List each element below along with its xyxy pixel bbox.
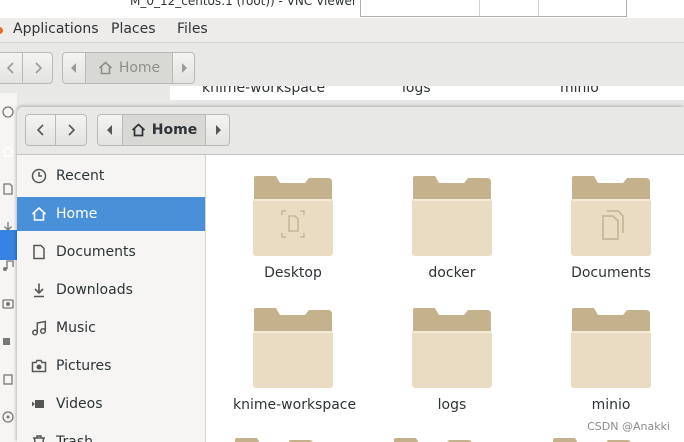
files-header-bar: Home (17, 107, 684, 155)
home-icon (98, 61, 112, 75)
file-item-docker[interactable]: docker (392, 175, 512, 281)
file-item-documents[interactable]: Documents (551, 175, 671, 281)
home-icon (31, 206, 47, 222)
files-menu[interactable]: Files (177, 21, 208, 37)
sidebar-item-label: Documents (56, 244, 136, 260)
file-name: docker (428, 265, 476, 281)
bg-back-button[interactable] (0, 52, 23, 84)
home-icon (131, 123, 145, 137)
watermark: CSDN @Anakki (587, 420, 670, 433)
vnc-title-text: M_0_12_centos:1 (root)) - VNC Viewer (130, 0, 357, 8)
sidebar-item-pictures[interactable]: Pictures (17, 349, 205, 383)
applications-icon (0, 27, 3, 34)
sidebar-item-music[interactable]: Music (17, 311, 205, 345)
path-right-arrow[interactable] (206, 115, 229, 145)
bg-label-logs: logs (402, 86, 431, 96)
path-left-arrow[interactable] (98, 115, 122, 145)
vnc-title-bar: M_0_12_centos:1 (root)) - VNC Viewer (0, 0, 684, 18)
document-icon (3, 183, 13, 195)
camera-icon (31, 358, 47, 374)
disc-icon (2, 411, 14, 423)
triangle-right-icon (181, 63, 187, 73)
document-icon (31, 244, 47, 260)
sidebar-item-videos[interactable]: Videos (17, 387, 205, 421)
bg-label-minio: minio (560, 86, 599, 96)
folder-icon (571, 308, 651, 388)
sidebar-item-label: Videos (56, 396, 103, 412)
folder-icon (235, 438, 313, 442)
trash-icon (3, 374, 13, 385)
file-item-logs[interactable]: logs (392, 307, 512, 413)
chevron-right-icon (68, 124, 75, 136)
bg-sidebar-home-selected[interactable] (0, 230, 17, 260)
music-icon (3, 260, 14, 271)
music-icon (31, 320, 47, 336)
file-name: Desktop (264, 265, 322, 281)
bg-label-knime: knime-workspace (202, 86, 326, 96)
sidebar-item-label: Recent (56, 168, 105, 184)
sidebar-item-label: Music (56, 320, 96, 336)
clock-icon (2, 106, 14, 118)
home-icon (2, 145, 14, 157)
file-name: logs (437, 397, 467, 413)
folder-icon (394, 438, 472, 442)
sidebar-item-label: Home (56, 206, 98, 222)
file-name: Documents (571, 265, 651, 281)
top-menu-bar: Applications Places Files (0, 18, 684, 43)
trash-icon (31, 434, 47, 442)
bg-forward-button[interactable] (23, 52, 53, 84)
back-button[interactable] (25, 114, 56, 146)
clock-icon (31, 168, 47, 184)
triangle-left-icon (71, 63, 76, 73)
path-bar: Home (97, 114, 230, 146)
sidebar-item-documents[interactable]: Documents (17, 235, 205, 269)
file-item-knime-workspace[interactable]: knime-workspace (233, 307, 357, 413)
folder-icon (412, 176, 492, 256)
sidebar-item-home[interactable]: Home (17, 197, 205, 231)
folder-icon (253, 308, 333, 388)
bg-path-home-button[interactable]: Home (85, 53, 173, 83)
places-sidebar: Recent Home Documents Downloads Music Pi… (17, 155, 206, 442)
sidebar-item-label: Trash (56, 434, 93, 442)
file-name: knime-workspace (233, 397, 357, 413)
applications-menu[interactable]: Applications (13, 21, 99, 37)
background-file-labels: knime-workspace logs minio (170, 86, 684, 100)
files-window: Home Recent Home Documents Downloads Mus… (17, 107, 684, 442)
places-menu[interactable]: Places (111, 21, 156, 37)
sidebar-item-label: Downloads (56, 282, 133, 298)
file-item-desktop[interactable]: Desktop (233, 175, 353, 281)
sidebar-item-trash[interactable]: Trash (17, 425, 205, 442)
download-icon (4, 222, 12, 231)
bg-path-bar: Home (62, 52, 195, 84)
bg-path-home-label: Home (118, 60, 161, 76)
video-icon (3, 338, 10, 345)
path-home-button[interactable]: Home (122, 115, 206, 145)
video-icon (31, 396, 47, 412)
file-item-minio[interactable]: minio (551, 307, 671, 413)
download-icon (31, 282, 47, 298)
sidebar-item-recent[interactable]: Recent (17, 159, 205, 193)
triangle-right-icon (215, 125, 221, 135)
sidebar-item-label: Pictures (56, 358, 112, 374)
chevron-left-icon (6, 62, 14, 74)
folder-icon (571, 176, 651, 256)
file-grid: Desktop docker Documents knime-workspace… (206, 155, 684, 442)
folder-icon (253, 176, 333, 256)
bg-path-left-arrow[interactable] (63, 53, 85, 83)
path-home-label: Home (151, 122, 198, 138)
sidebar-item-downloads[interactable]: Downloads (17, 273, 205, 307)
vnc-window-controls[interactable] (360, 0, 627, 17)
folder-icon (412, 308, 492, 388)
camera-icon (2, 299, 14, 309)
folder-icon (553, 438, 631, 442)
bg-path-right-arrow[interactable] (173, 53, 194, 83)
chevron-right-icon (34, 62, 42, 74)
triangle-left-icon (107, 125, 112, 135)
file-name: minio (591, 397, 631, 413)
chevron-left-icon (36, 124, 44, 136)
forward-button[interactable] (56, 114, 87, 146)
background-sidebar (0, 93, 17, 442)
